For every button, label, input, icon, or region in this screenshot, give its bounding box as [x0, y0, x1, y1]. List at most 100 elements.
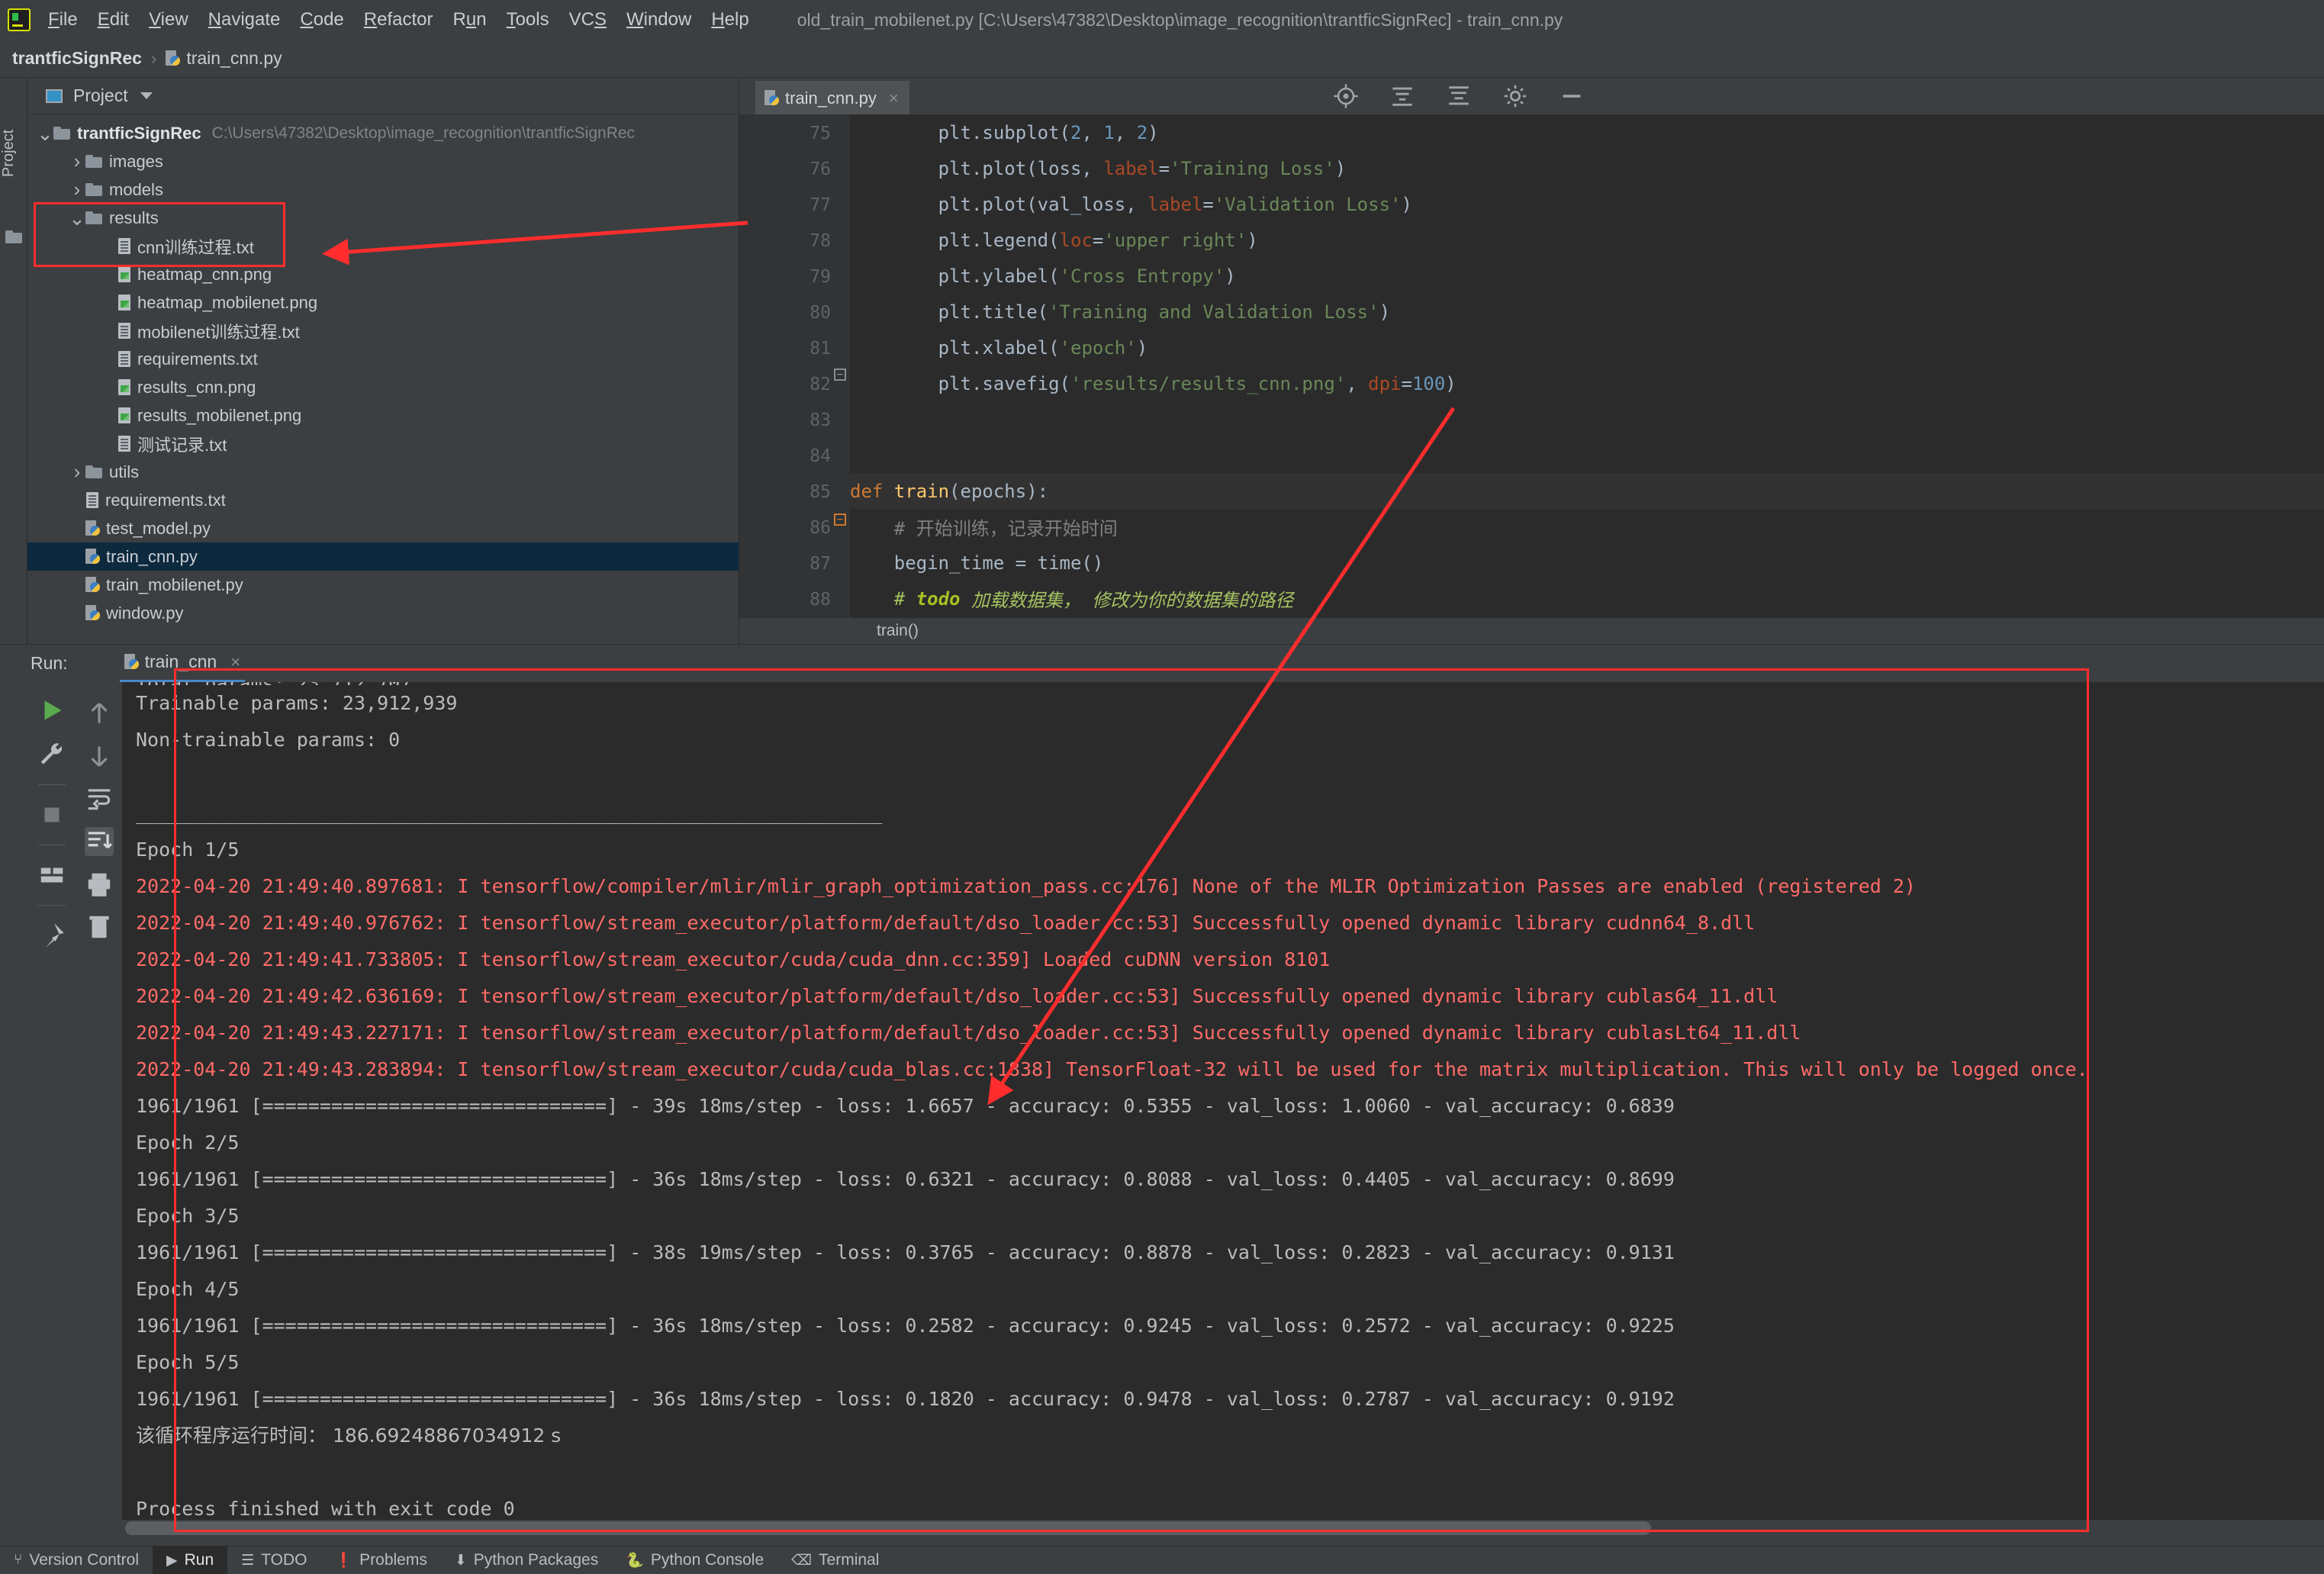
- status-bar-item-todo[interactable]: ☰TODO: [227, 1547, 320, 1574]
- tree-row-results[interactable]: ⌄results: [27, 204, 739, 232]
- status-bar-item-python-console[interactable]: 🐍Python Console: [612, 1547, 777, 1574]
- status-bar-item-problems[interactable]: ❗Problems: [320, 1547, 440, 1574]
- menu-item-view[interactable]: View: [139, 6, 198, 34]
- scroll-to-end-icon[interactable]: [85, 827, 114, 856]
- tree-row-test_model.py[interactable]: test_model.py: [27, 514, 739, 542]
- tree-item-label: train_cnn.py: [106, 547, 198, 567]
- tree-row-trantficsignrec[interactable]: ⌄trantficSignRecC:\Users\47382\Desktop\i…: [27, 119, 739, 147]
- status-bar-item-version-control[interactable]: ⑂Version Control: [0, 1547, 153, 1574]
- tree-row-cnn.txt[interactable]: cnn训练过程.txt: [27, 232, 739, 260]
- tree-row-train_cnn.py[interactable]: train_cnn.py: [27, 542, 739, 571]
- editor-tab-train-cnn[interactable]: train_cnn.py ×: [755, 81, 909, 114]
- run-configuration-tab[interactable]: train_cnn ×: [120, 645, 245, 683]
- code-editor[interactable]: plt.subplot(2, 1, 2) plt.plot(loss, labe…: [739, 114, 2324, 644]
- soft-wrap-icon[interactable]: [85, 784, 114, 813]
- trash-icon[interactable]: [85, 913, 114, 942]
- menu-item-window[interactable]: Window: [616, 6, 701, 34]
- menu-item-code[interactable]: Code: [290, 6, 353, 34]
- breadcrumb-file[interactable]: train_cnn.py: [186, 48, 282, 69]
- console-horizontal-scrollbar[interactable]: [122, 1521, 2324, 1538]
- tree-item-label: results_cnn.png: [137, 378, 256, 398]
- tree-row-results_mobilenet.png[interactable]: results_mobilenet.png: [27, 401, 739, 430]
- console-line: Epoch 4/5: [122, 1271, 2324, 1308]
- status-bar-item-label: Python Packages: [474, 1551, 598, 1569]
- project-folder-icon: [5, 230, 22, 243]
- console-line: 1961/1961 [=============================…: [122, 1381, 2324, 1418]
- menu-item-edit[interactable]: Edit: [88, 6, 139, 34]
- menu-item-refactor[interactable]: Refactor: [354, 6, 443, 34]
- chevron-right-icon[interactable]: ›: [69, 150, 85, 173]
- run-console-output[interactable]: Total params: 23,712,707Trainable params…: [122, 682, 2324, 1520]
- divider: [38, 784, 66, 785]
- console-line: 1961/1961 [=============================…: [122, 1308, 2324, 1344]
- chevron-right-icon[interactable]: ›: [69, 178, 85, 201]
- project-panel-header[interactable]: Project: [27, 78, 739, 114]
- menu-item-run[interactable]: Run: [443, 6, 497, 34]
- divider: [38, 905, 66, 906]
- tree-row-mobilenet.txt[interactable]: mobilenet训练过程.txt: [27, 317, 739, 345]
- console-line: ________________________________________…: [122, 795, 2324, 832]
- tree-item-label: images: [109, 152, 163, 172]
- pin-icon[interactable]: [37, 921, 66, 950]
- breadcrumb-project[interactable]: trantficSignRec: [12, 48, 142, 69]
- print-icon[interactable]: [85, 870, 114, 899]
- project-file-tree[interactable]: ⌄trantficSignRecC:\Users\47382\Desktop\i…: [27, 114, 739, 627]
- menu-item-tools[interactable]: Tools: [497, 6, 559, 34]
- close-icon[interactable]: ×: [889, 89, 899, 108]
- tree-item-label: heatmap_cnn.png: [137, 265, 272, 285]
- breadcrumb-separator-icon: ›: [151, 49, 156, 69]
- tree-row-requirements.txt[interactable]: requirements.txt: [27, 486, 739, 514]
- close-icon[interactable]: ×: [230, 652, 240, 672]
- line-number: 76: [739, 159, 831, 179]
- menu-item-help[interactable]: Help: [701, 6, 758, 34]
- folder-icon: [85, 211, 102, 224]
- code-fold-marker[interactable]: −: [834, 513, 846, 526]
- folder-icon: [85, 155, 102, 168]
- arrow-up-icon[interactable]: [85, 699, 114, 728]
- status-bar-item-terminal[interactable]: ⌫Terminal: [777, 1547, 893, 1574]
- status-bar-item-label: Terminal: [819, 1551, 879, 1569]
- tree-row-train_mobilenet.py[interactable]: train_mobilenet.py: [27, 571, 739, 599]
- wrench-icon[interactable]: [37, 740, 66, 769]
- python-file-icon: [124, 654, 140, 671]
- tree-row-requirements.txt[interactable]: requirements.txt: [27, 345, 739, 373]
- chevron-right-icon[interactable]: ›: [69, 460, 85, 484]
- breadcrumb: trantficSignRec › train_cnn.py: [0, 40, 2324, 78]
- py-icon: [85, 605, 101, 622]
- tree-row-heatmap_mobilenet.png[interactable]: heatmap_mobilenet.png: [27, 288, 739, 317]
- arrow-down-icon[interactable]: [85, 742, 114, 771]
- run-icon[interactable]: [37, 696, 66, 725]
- strip-label-project[interactable]: Project: [0, 89, 27, 218]
- console-line: 1961/1961 [=============================…: [122, 1088, 2324, 1125]
- stop-icon[interactable]: [37, 800, 66, 829]
- tree-row-window.py[interactable]: window.py: [27, 599, 739, 627]
- tree-row-utils[interactable]: ›utils: [27, 458, 739, 486]
- menu-item-file[interactable]: File: [38, 6, 88, 34]
- code-fold-marker[interactable]: −: [834, 369, 846, 381]
- editor-footer-label: train(): [877, 622, 919, 640]
- menu-item-vcs[interactable]: VCS: [559, 6, 616, 34]
- line-number: 83: [739, 410, 831, 430]
- console-line: Process finished with exit code 0: [122, 1491, 2324, 1520]
- chevron-down-icon[interactable]: [140, 92, 153, 99]
- layout-icon[interactable]: [37, 861, 66, 890]
- tree-row-heatmap_cnn.png[interactable]: heatmap_cnn.png: [27, 260, 739, 288]
- py-icon: [85, 577, 101, 594]
- menu-item-navigate[interactable]: Navigate: [198, 6, 291, 34]
- line-number: 78: [739, 231, 831, 251]
- play-icon: ▶: [166, 1552, 178, 1569]
- chevron-down-icon[interactable]: ⌄: [69, 214, 85, 222]
- scrollbar-thumb[interactable]: [125, 1521, 1651, 1535]
- tree-row-.txt[interactable]: 测试记录.txt: [27, 430, 739, 458]
- status-bar-item-run[interactable]: ▶Run: [153, 1547, 227, 1574]
- code-line: # 开始训练，记录开始时间: [850, 509, 2324, 545]
- tree-row-images[interactable]: › images: [27, 147, 739, 175]
- code-content[interactable]: plt.subplot(2, 1, 2) plt.plot(loss, labe…: [850, 114, 2324, 644]
- chevron-down-icon[interactable]: ⌄: [37, 130, 53, 137]
- tree-row-models[interactable]: ›models: [27, 175, 739, 204]
- status-bar-item-python-packages[interactable]: ⬇Python Packages: [441, 1547, 612, 1574]
- tree-row-results_cnn.png[interactable]: results_cnn.png: [27, 373, 739, 401]
- tree-indent-spacer: [101, 436, 117, 452]
- console-line: 2022-04-20 21:49:41.733805: I tensorflow…: [122, 942, 2324, 978]
- line-number: 87: [739, 554, 831, 574]
